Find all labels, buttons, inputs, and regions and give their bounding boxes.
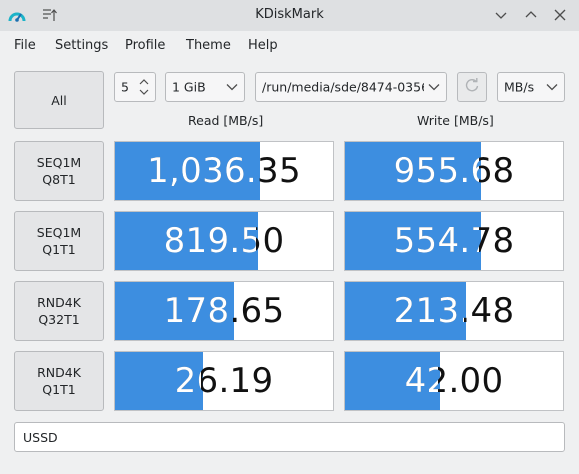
run-all-button[interactable]: All [14, 71, 104, 129]
write-value: 42.00 42.00 [345, 352, 563, 410]
menu-profile[interactable]: Profile [125, 38, 165, 53]
read-value: 819.50 819.50 [115, 212, 333, 270]
directory-select[interactable]: /run/media/sde/8474-0356 [255, 72, 447, 102]
test-label-line2: Q32T1 [38, 312, 80, 327]
runs-value: 5 [121, 79, 129, 95]
write-value: 213.48 213.48 [345, 282, 563, 340]
test-label-line1: RND4K [37, 365, 81, 380]
comment-value: USSD [23, 430, 58, 445]
read-result: 26.19 26.19 [114, 351, 334, 411]
menu-theme[interactable]: Theme [186, 38, 231, 53]
read-value: 1,036.35 1,036.35 [115, 142, 333, 200]
read-result: 819.50 819.50 [114, 211, 334, 271]
chevron-down-icon [428, 80, 440, 95]
size-value: 1 GiB [172, 79, 206, 95]
test-label-line2: Q1T1 [42, 382, 76, 397]
menu-help[interactable]: Help [248, 38, 278, 53]
spin-arrows-icon[interactable] [138, 76, 150, 101]
test-button[interactable]: SEQ1M Q1T1 [14, 211, 104, 271]
close-icon[interactable] [551, 6, 569, 24]
title-bar: KDiskMark [0, 0, 579, 31]
test-button[interactable]: RND4K Q1T1 [14, 351, 104, 411]
write-result: 955.68 955.68 [344, 141, 564, 201]
write-result: 42.00 42.00 [344, 351, 564, 411]
write-result: 213.48 213.48 [344, 281, 564, 341]
refresh-button[interactable] [457, 72, 487, 102]
test-button[interactable]: RND4K Q32T1 [14, 281, 104, 341]
comment-field[interactable]: USSD [14, 422, 565, 452]
menu-settings[interactable]: Settings [55, 38, 108, 53]
test-button[interactable]: SEQ1M Q8T1 [14, 141, 104, 201]
write-value: 955.68 955.68 [345, 142, 563, 200]
write-result: 554.78 554.78 [344, 211, 564, 271]
size-select[interactable]: 1 GiB [165, 72, 245, 102]
chevron-down-icon [546, 80, 558, 95]
maximize-icon[interactable] [522, 6, 540, 24]
runs-spinbox[interactable]: 5 [114, 72, 156, 102]
minimize-icon[interactable] [492, 6, 510, 24]
run-all-label: All [51, 92, 67, 108]
test-label-line2: Q8T1 [42, 172, 76, 187]
read-result: 178.65 178.65 [114, 281, 334, 341]
read-result: 1,036.35 1,036.35 [114, 141, 334, 201]
read-header: Read [MB/s] [188, 113, 264, 128]
test-label-line1: SEQ1M [36, 225, 82, 240]
menu-file[interactable]: File [14, 38, 36, 53]
test-label-line1: RND4K [37, 295, 81, 310]
refresh-icon [464, 77, 480, 97]
unit-value: MB/s [504, 79, 535, 95]
test-label-line2: Q1T1 [42, 242, 76, 257]
write-header: Write [MB/s] [417, 113, 494, 128]
write-value: 554.78 554.78 [345, 212, 563, 270]
read-value: 26.19 26.19 [115, 352, 333, 410]
test-label-line1: SEQ1M [36, 155, 82, 170]
chevron-down-icon [226, 80, 238, 95]
unit-select[interactable]: MB/s [497, 72, 565, 102]
menu-bar: File Settings Profile Theme Help [0, 31, 579, 61]
directory-value: /run/media/sde/8474-0356 [262, 79, 424, 95]
read-value: 178.65 178.65 [115, 282, 333, 340]
